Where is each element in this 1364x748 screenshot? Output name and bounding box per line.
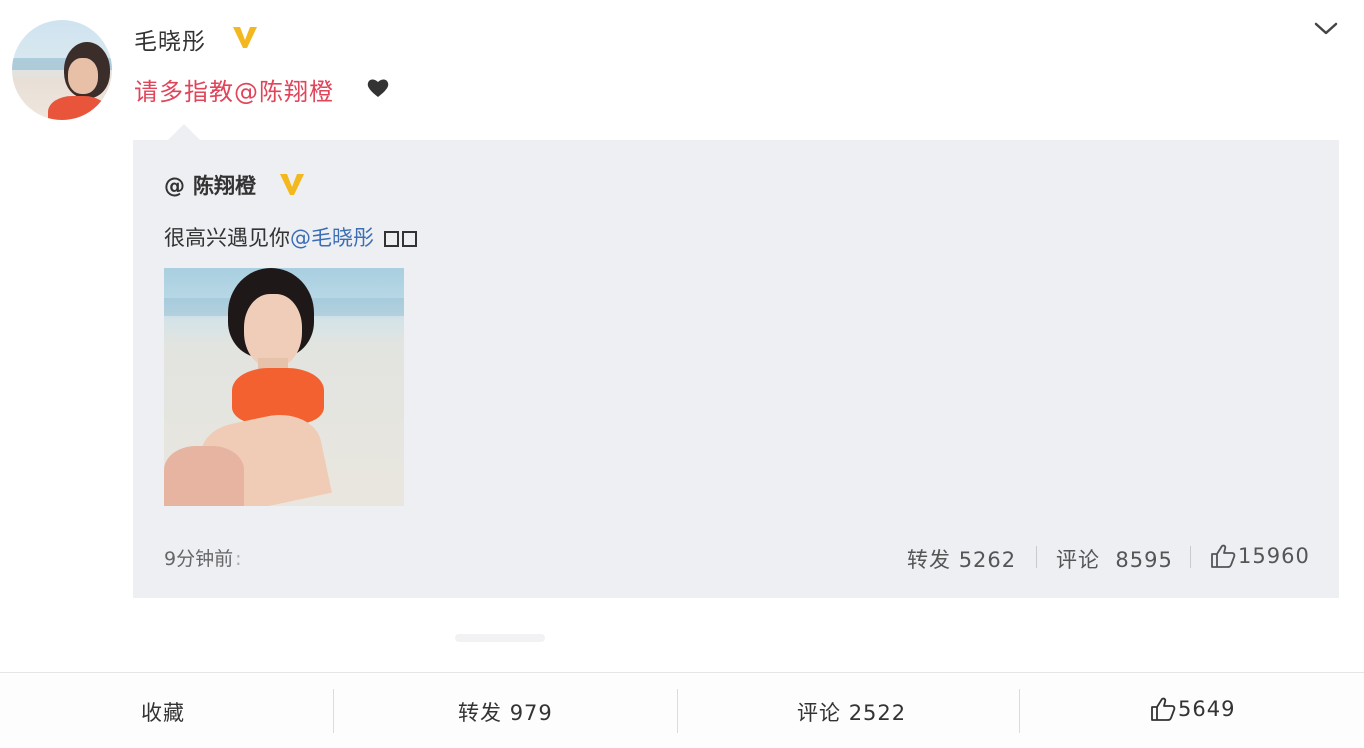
missing-glyph-icon <box>383 231 399 247</box>
username[interactable]: 毛晓彤 <box>134 22 206 56</box>
at-symbol: @ <box>164 174 185 198</box>
divider <box>677 689 678 733</box>
repost-author-name[interactable]: 陈翔橙 <box>193 174 256 198</box>
action-bar: 收藏 转发 979 评论 2522 5649 <box>0 672 1364 748</box>
missing-glyph-icon <box>401 231 417 247</box>
repost-author[interactable]: @ 陈翔橙 <box>164 170 256 200</box>
heart-icon <box>367 79 389 97</box>
repost-forward-stat[interactable]: 转发 5262 <box>907 544 1016 574</box>
thumbs-up-icon[interactable] <box>1150 696 1176 722</box>
verified-icon <box>233 27 257 48</box>
repost-text-body: 很高兴遇见你 <box>164 226 290 250</box>
repost-photo[interactable] <box>164 268 404 506</box>
repost-timestamp[interactable]: 9分钟前: <box>164 544 242 571</box>
post-text: 请多指教@陈翔橙 <box>134 78 334 106</box>
like-count[interactable]: 5649 <box>1178 697 1235 721</box>
thumbs-up-icon[interactable] <box>1210 543 1236 569</box>
repost-mention-link[interactable]: @毛晓彤 <box>290 226 374 250</box>
divider <box>333 689 334 733</box>
verified-icon <box>280 174 304 195</box>
comment-button[interactable]: 评论 2522 <box>797 697 906 727</box>
divider <box>1019 689 1020 733</box>
repost-comment-stat[interactable]: 评论 8595 <box>1056 544 1173 574</box>
repost-text: 很高兴遇见你@毛晓彤 <box>164 222 417 252</box>
repost-like-count[interactable]: 15960 <box>1238 544 1310 568</box>
repost-pointer <box>168 124 200 140</box>
chevron-down-icon[interactable] <box>1310 14 1342 42</box>
avatar[interactable] <box>12 20 112 120</box>
weibo-post: 毛晓彤 请多指教@陈翔橙 @ 陈翔橙 很高兴遇见你@毛晓彤 9分钟前: 转发 52… <box>0 0 1364 748</box>
divider <box>1036 546 1037 568</box>
repost-button[interactable]: 转发 979 <box>458 697 553 727</box>
favorite-button[interactable]: 收藏 <box>141 697 185 727</box>
divider <box>455 634 545 642</box>
divider <box>1190 546 1191 568</box>
